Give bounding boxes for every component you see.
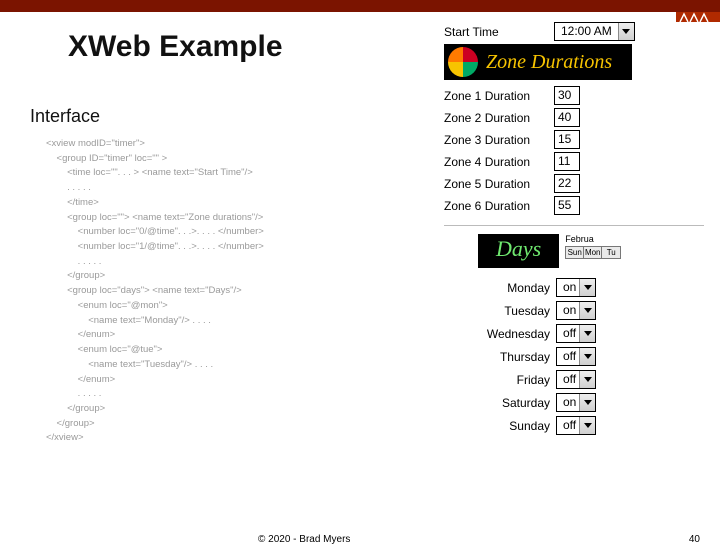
mini-cal-month: Februa <box>565 234 621 244</box>
start-time-label: Start Time <box>444 25 554 39</box>
zone-input[interactable]: 30 <box>554 86 580 105</box>
day-value: off <box>557 371 579 388</box>
start-time-value: 12:00 AM <box>555 23 618 40</box>
day-label: Wednesday <box>468 327 556 341</box>
ui-mock-panel: Start Time 12:00 AM Zone Durations Zone … <box>444 12 720 540</box>
chevron-down-icon <box>579 394 595 411</box>
days-badge-text: Days <box>496 236 541 261</box>
day-row: Saturday on <box>468 393 704 412</box>
day-value: on <box>557 279 579 296</box>
day-label: Saturday <box>468 396 556 410</box>
zone-banner-text: Zone Durations <box>486 51 612 74</box>
chevron-down-icon <box>579 417 595 434</box>
zone-row: Zone 3 Duration 15 <box>444 130 704 149</box>
zone-label: Zone 4 Duration <box>444 155 554 169</box>
day-label: Monday <box>468 281 556 295</box>
day-row: Thursday off <box>468 347 704 366</box>
day-value: off <box>557 348 579 365</box>
zone-label: Zone 6 Duration <box>444 199 554 213</box>
code-listing: <xview modID="timer"> <group ID="timer" … <box>46 137 438 446</box>
zone-row: Zone 1 Duration 30 <box>444 86 704 105</box>
day-value: off <box>557 325 579 342</box>
day-label: Sunday <box>468 419 556 433</box>
day-row: Tuesday on <box>468 301 704 320</box>
day-row: Wednesday off <box>468 324 704 343</box>
start-time-row: Start Time 12:00 AM <box>444 22 704 41</box>
chevron-down-icon <box>579 348 595 365</box>
start-time-dropdown[interactable]: 12:00 AM <box>554 22 635 41</box>
day-row: Monday on <box>468 278 704 297</box>
day-dropdown[interactable]: on <box>556 393 596 412</box>
zone-row: Zone 2 Duration 40 <box>444 108 704 127</box>
slide-subheading: Interface <box>30 106 438 127</box>
day-label: Tuesday <box>468 304 556 318</box>
days-block: Days Februa Sun Mon Tu Monday on <box>444 225 704 435</box>
day-row: Sunday off <box>468 416 704 435</box>
zone-durations-banner: Zone Durations <box>444 44 632 80</box>
zone-label: Zone 3 Duration <box>444 133 554 147</box>
zone-row: Zone 5 Duration 22 <box>444 174 704 193</box>
zone-input[interactable]: 11 <box>554 152 580 171</box>
day-dropdown[interactable]: off <box>556 347 596 366</box>
day-dropdown[interactable]: on <box>556 301 596 320</box>
zone-label: Zone 5 Duration <box>444 177 554 191</box>
pie-chart-icon <box>448 47 478 77</box>
day-dropdown[interactable]: off <box>556 324 596 343</box>
mini-cal-day: Mon <box>584 247 602 258</box>
zone-row: Zone 6 Duration 55 <box>444 196 704 215</box>
chevron-down-icon <box>579 371 595 388</box>
chevron-down-icon <box>579 279 595 296</box>
zone-input[interactable]: 15 <box>554 130 580 149</box>
top-accent-bar <box>0 0 720 12</box>
zone-label: Zone 2 Duration <box>444 111 554 125</box>
day-value: on <box>557 302 579 319</box>
days-badge: Days <box>478 234 559 268</box>
chevron-down-icon <box>579 302 595 319</box>
mini-cal-day: Sun <box>566 247 584 258</box>
mini-cal-day: Tu <box>602 247 620 258</box>
day-value: on <box>557 394 579 411</box>
zone-input[interactable]: 40 <box>554 108 580 127</box>
day-dropdown[interactable]: off <box>556 416 596 435</box>
zone-label: Zone 1 Duration <box>444 89 554 103</box>
chevron-down-icon <box>579 325 595 342</box>
day-dropdown[interactable]: off <box>556 370 596 389</box>
day-value: off <box>557 417 579 434</box>
zone-row: Zone 4 Duration 11 <box>444 152 704 171</box>
mini-calendar: Februa Sun Mon Tu <box>565 234 621 268</box>
zone-input[interactable]: 55 <box>554 196 580 215</box>
day-label: Friday <box>468 373 556 387</box>
slide-title: XWeb Example <box>68 30 438 64</box>
day-row: Friday off <box>468 370 704 389</box>
day-label: Thursday <box>468 350 556 364</box>
zone-input[interactable]: 22 <box>554 174 580 193</box>
day-dropdown[interactable]: on <box>556 278 596 297</box>
chevron-down-icon <box>618 23 634 40</box>
